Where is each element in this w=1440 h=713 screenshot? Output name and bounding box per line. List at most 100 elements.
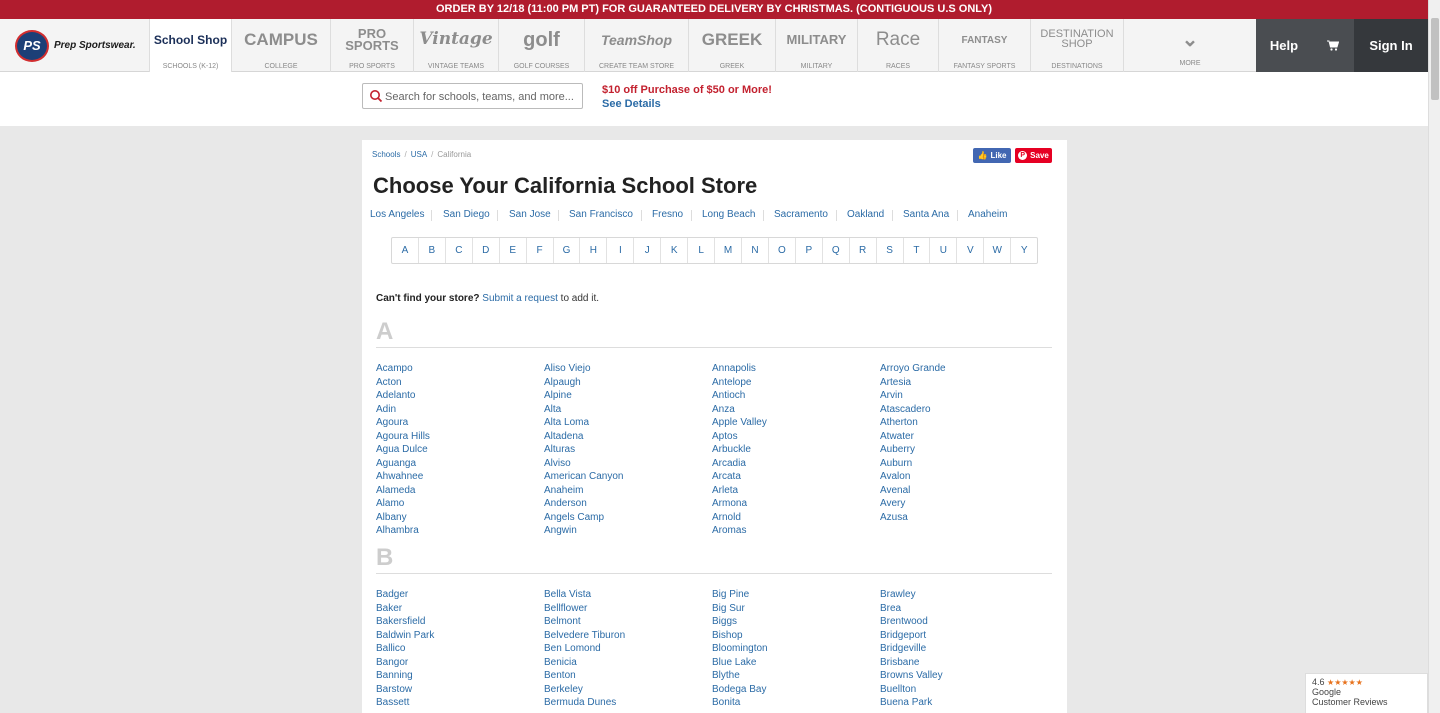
letter-link[interactable]: H (580, 238, 608, 263)
city-link[interactable]: Fresno (652, 209, 683, 220)
letter-link[interactable]: F (527, 238, 554, 263)
sign-in-button[interactable]: Sign In (1354, 19, 1428, 72)
letter-link[interactable]: Q (823, 238, 850, 263)
city-store-link[interactable]: Agua Dulce (376, 443, 536, 457)
letter-link[interactable]: D (473, 238, 500, 263)
city-store-link[interactable]: Belmont (544, 615, 704, 629)
city-store-link[interactable]: Big Sur (712, 602, 872, 616)
city-store-link[interactable]: Brentwood (880, 615, 1040, 629)
letter-link[interactable]: I (607, 238, 635, 263)
scrollbar-thumb[interactable] (1431, 18, 1439, 100)
city-store-link[interactable]: Alta Loma (544, 416, 704, 430)
nav-tab-greek[interactable]: GREEK GREEK (689, 19, 776, 72)
city-link[interactable]: Sacramento (774, 209, 828, 220)
breadcrumb-schools[interactable]: Schools (372, 150, 400, 159)
nav-tab-military[interactable]: MILITARY MILITARY (776, 19, 858, 72)
city-store-link[interactable]: Alhambra (376, 524, 536, 538)
nav-tab-pro-sports[interactable]: PRO SPORTS PRO SPORTS (331, 19, 414, 72)
city-store-link[interactable]: Alturas (544, 443, 704, 457)
city-link[interactable]: Los Angeles (370, 209, 425, 220)
city-store-link[interactable]: Bellflower (544, 602, 704, 616)
submit-request-link[interactable]: Submit a request (482, 293, 558, 304)
city-store-link[interactable]: Arbuckle (712, 443, 872, 457)
city-store-link[interactable]: Aliso Viejo (544, 362, 704, 376)
letter-link[interactable]: U (930, 238, 958, 263)
nav-more[interactable]: ⌄ MORE (1124, 19, 1256, 72)
city-store-link[interactable]: Ahwahnee (376, 470, 536, 484)
city-store-link[interactable]: Anderson (544, 497, 704, 511)
city-store-link[interactable]: Adelanto (376, 389, 536, 403)
city-store-link[interactable]: Atwater (880, 430, 1040, 444)
city-store-link[interactable]: Angwin (544, 524, 704, 538)
city-store-link[interactable]: Anaheim (544, 484, 704, 498)
city-store-link[interactable]: Adin (376, 403, 536, 417)
search-input[interactable] (385, 88, 575, 105)
prep-sportswear-logo[interactable]: PS Prep Sportswear. (0, 19, 150, 72)
city-store-link[interactable]: Aguanga (376, 457, 536, 471)
city-store-link[interactable]: Atascadero (880, 403, 1040, 417)
city-store-link[interactable]: Buena Park (880, 696, 1040, 710)
city-link[interactable]: San Jose (509, 209, 551, 220)
cart-button[interactable] (1312, 19, 1354, 72)
city-store-link[interactable]: Acampo (376, 362, 536, 376)
city-store-link[interactable]: Alameda (376, 484, 536, 498)
nav-tab-races[interactable]: Race RACES (858, 19, 939, 72)
city-store-link[interactable]: Agoura Hills (376, 430, 536, 444)
city-store-link[interactable]: Bermuda Dunes (544, 696, 704, 710)
letter-link[interactable]: B (419, 238, 446, 263)
city-store-link[interactable]: Arcata (712, 470, 872, 484)
city-store-link[interactable]: Angels Camp (544, 511, 704, 525)
google-customer-reviews-badge[interactable]: 4.6 ★★★★★ Google Customer Reviews (1305, 673, 1428, 713)
city-store-link[interactable]: Avenal (880, 484, 1040, 498)
city-store-link[interactable]: Berkeley (544, 683, 704, 697)
city-store-link[interactable]: Blue Lake (712, 656, 872, 670)
pinterest-save-button[interactable]: P Save (1015, 148, 1052, 163)
city-store-link[interactable]: Brisbane (880, 656, 1040, 670)
city-link[interactable]: Santa Ana (903, 209, 949, 220)
city-store-link[interactable]: Alpine (544, 389, 704, 403)
city-store-link[interactable]: Bangor (376, 656, 536, 670)
city-store-link[interactable]: Bassett (376, 696, 536, 710)
city-store-link[interactable]: Brawley (880, 588, 1040, 602)
city-store-link[interactable]: Armona (712, 497, 872, 511)
city-store-link[interactable]: Blythe (712, 669, 872, 683)
city-store-link[interactable]: Bakersfield (376, 615, 536, 629)
city-store-link[interactable]: Annapolis (712, 362, 872, 376)
facebook-like-button[interactable]: 👍 Like (973, 148, 1011, 163)
city-store-link[interactable]: Benton (544, 669, 704, 683)
letter-link[interactable]: S (877, 238, 904, 263)
city-link[interactable]: San Francisco (569, 209, 633, 220)
city-store-link[interactable]: Baldwin Park (376, 629, 536, 643)
city-store-link[interactable]: Bishop (712, 629, 872, 643)
city-link[interactable]: Oakland (847, 209, 884, 220)
search-icon[interactable] (369, 89, 383, 103)
letter-link[interactable]: E (500, 238, 527, 263)
city-store-link[interactable]: American Canyon (544, 470, 704, 484)
letter-link[interactable]: L (688, 238, 716, 263)
letter-link[interactable]: Y (1011, 238, 1037, 263)
city-store-link[interactable]: Big Pine (712, 588, 872, 602)
city-store-link[interactable]: Benicia (544, 656, 704, 670)
city-link[interactable]: Long Beach (702, 209, 755, 220)
city-store-link[interactable]: Bridgeport (880, 629, 1040, 643)
city-store-link[interactable]: Acton (376, 376, 536, 390)
city-store-link[interactable]: Barstow (376, 683, 536, 697)
city-store-link[interactable]: Aromas (712, 524, 872, 538)
city-store-link[interactable]: Alpaugh (544, 376, 704, 390)
breadcrumb-usa[interactable]: USA (411, 150, 427, 159)
city-store-link[interactable]: Belvedere Tiburon (544, 629, 704, 643)
city-link[interactable]: San Diego (443, 209, 490, 220)
nav-tab-college[interactable]: CAMPUS COLLEGE (232, 19, 331, 72)
city-store-link[interactable]: Arcadia (712, 457, 872, 471)
nav-tab-team-store[interactable]: TeamShop CREATE TEAM STORE (585, 19, 689, 72)
city-store-link[interactable]: Bloomington (712, 642, 872, 656)
city-link[interactable]: Anaheim (968, 209, 1007, 220)
letter-link[interactable]: C (446, 238, 473, 263)
letter-link[interactable]: K (661, 238, 689, 263)
city-store-link[interactable]: Arroyo Grande (880, 362, 1040, 376)
city-store-link[interactable]: Alta (544, 403, 704, 417)
city-store-link[interactable]: Atherton (880, 416, 1040, 430)
city-store-link[interactable]: Badger (376, 588, 536, 602)
nav-tab-fantasy[interactable]: FANTASY FANTASY SPORTS (939, 19, 1031, 72)
city-store-link[interactable]: Apple Valley (712, 416, 872, 430)
